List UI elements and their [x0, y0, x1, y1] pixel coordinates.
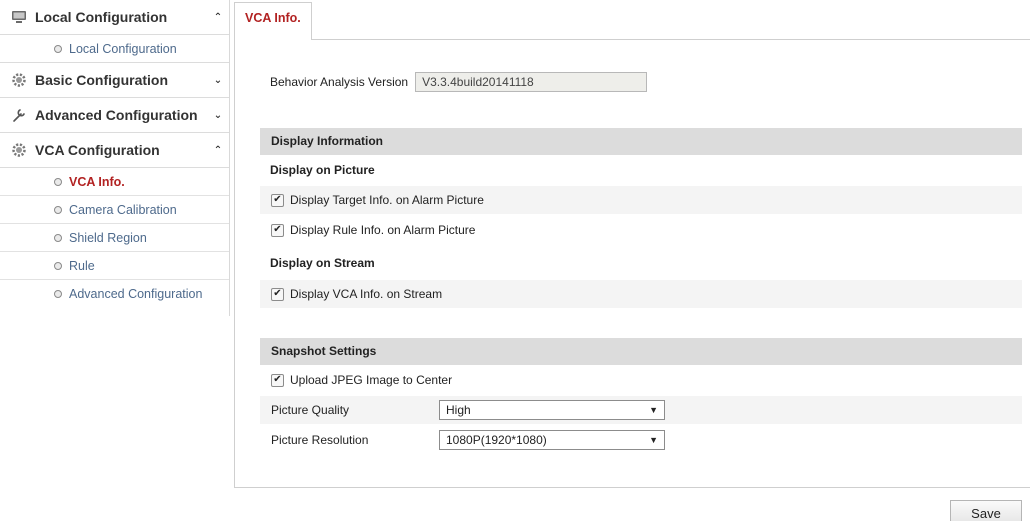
tab-vca-info[interactable]: VCA Info. [234, 2, 312, 40]
sidebar-item-label: Camera Calibration [69, 202, 177, 217]
sidebar-group-basic-configuration[interactable]: Basic Configuration ⌄ [0, 63, 229, 98]
picture-quality-select[interactable]: High ▼ [439, 400, 665, 420]
sidebar-item-advanced-configuration[interactable]: Advanced Configuration [0, 280, 229, 308]
picture-resolution-value: 1080P(1920*1080) [446, 433, 547, 447]
version-label: Behavior Analysis Version [270, 75, 409, 89]
picture-resolution-row: Picture Resolution 1080P(1920*1080) ▼ [260, 426, 1022, 454]
gear-icon [10, 72, 27, 89]
bullet-icon [54, 205, 62, 214]
chevron-down-icon[interactable]: ⌄ [207, 110, 229, 121]
rule-info-row: ✔ Display Rule Info. on Alarm Picture [260, 216, 1022, 244]
local-config-icon [10, 9, 27, 26]
gear-icon [10, 142, 27, 159]
sidebar-group-label: Advanced Configuration [35, 107, 198, 123]
sidebar-group-label: Local Configuration [35, 9, 168, 25]
sidebar-item-label: Advanced Configuration [69, 287, 203, 301]
version-row: Behavior Analysis Version V3.3.4build201… [270, 72, 648, 92]
sidebar-item-label: Local Configuration [69, 41, 177, 56]
target-info-checkbox[interactable]: ✔ [271, 193, 284, 207]
bullet-icon [54, 233, 62, 242]
sidebar-item-shield-region[interactable]: Shield Region [0, 224, 229, 252]
sidebar-item-label: Rule [69, 258, 95, 273]
picture-resolution-select[interactable]: 1080P(1920*1080) ▼ [439, 430, 665, 450]
bullet-icon [54, 290, 62, 298]
display-on-stream-heading: Display on Stream [270, 256, 375, 270]
bullet-icon [54, 261, 62, 270]
section-snapshot-settings: Snapshot Settings [260, 338, 1022, 365]
upload-jpeg-checkbox[interactable]: ✔ [271, 373, 284, 387]
sidebar-item-rule[interactable]: Rule [0, 252, 229, 280]
picture-quality-row: Picture Quality High ▼ [260, 396, 1022, 424]
bullet-icon [54, 44, 62, 53]
display-on-picture-heading: Display on Picture [270, 163, 375, 177]
sidebar-item-local-configuration[interactable]: Local Configuration [0, 35, 229, 63]
vca-stream-label: Display VCA Info. on Stream [290, 287, 443, 301]
sidebar: Local Configuration ⌃ Local Configuratio… [0, 0, 230, 316]
chevron-up-icon[interactable]: ⌃ [207, 12, 229, 23]
vca-stream-checkbox[interactable]: ✔ [271, 287, 284, 301]
picture-resolution-label: Picture Resolution [271, 433, 369, 447]
wrench-icon [10, 107, 27, 124]
vca-stream-row: ✔ Display VCA Info. on Stream [260, 280, 1022, 308]
sidebar-group-label: Basic Configuration [35, 72, 169, 88]
sidebar-item-vca-info[interactable]: VCA Info. [0, 168, 229, 196]
sidebar-group-advanced-configuration[interactable]: Advanced Configuration ⌄ [0, 98, 229, 133]
upload-jpeg-label: Upload JPEG Image to Center [290, 373, 453, 387]
sidebar-group-label: VCA Configuration [35, 142, 160, 158]
sidebar-group-vca-configuration[interactable]: VCA Configuration ⌃ [0, 133, 229, 168]
sidebar-item-label: VCA Info. [69, 174, 125, 189]
chevron-up-icon[interactable]: ⌃ [207, 145, 229, 156]
sidebar-item-label: Shield Region [69, 230, 147, 245]
dropdown-arrow-icon: ▼ [649, 435, 658, 445]
picture-quality-value: High [446, 403, 471, 417]
rule-info-checkbox[interactable]: ✔ [271, 223, 284, 237]
upload-jpeg-row: ✔ Upload JPEG Image to Center [260, 366, 1022, 394]
sidebar-item-camera-calibration[interactable]: Camera Calibration [0, 196, 229, 224]
version-field: V3.3.4build20141118 [415, 72, 648, 92]
target-info-row: ✔ Display Target Info. on Alarm Picture [260, 186, 1022, 214]
section-display-information: Display Information [260, 128, 1022, 155]
picture-quality-label: Picture Quality [271, 403, 350, 417]
sidebar-group-local-configuration[interactable]: Local Configuration ⌃ [0, 0, 229, 35]
rule-info-label: Display Rule Info. on Alarm Picture [290, 223, 476, 237]
bullet-icon [54, 177, 62, 186]
save-button[interactable]: Save [950, 500, 1022, 521]
dropdown-arrow-icon: ▼ [649, 405, 658, 415]
target-info-label: Display Target Info. on Alarm Picture [290, 193, 484, 207]
chevron-down-icon[interactable]: ⌄ [207, 75, 229, 86]
